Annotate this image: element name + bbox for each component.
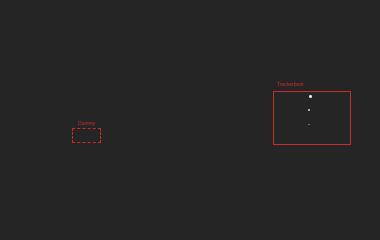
dummy-label: Dummy [78,121,96,127]
tracker-point-2[interactable] [308,109,310,111]
dummy-selection-box[interactable] [72,128,101,143]
tracker-label: Trackerboot [277,82,304,88]
tracker-point-1[interactable] [309,95,312,98]
tracker-selection-box[interactable] [273,91,351,145]
tracker-point-3[interactable] [308,124,310,125]
